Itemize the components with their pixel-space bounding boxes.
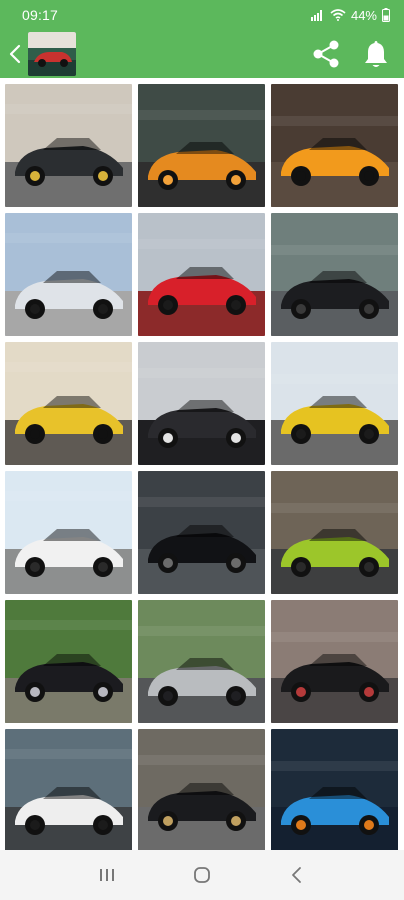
back-arrow-icon[interactable] (2, 30, 28, 78)
app-bar-actions (308, 36, 404, 72)
wallpaper-tile-black-sedan-street[interactable] (138, 729, 265, 852)
car-thumbnail[interactable] (28, 32, 76, 76)
wallpaper-tile-white-rolls-royce-palms[interactable] (5, 471, 132, 594)
wallpaper-image (271, 729, 398, 852)
wallpaper-image (5, 84, 132, 207)
wallpaper-image (138, 213, 265, 336)
wallpaper-tile-black-sportscar-storefront[interactable] (271, 600, 398, 723)
wallpaper-tile-red-mclaren-reflection[interactable] (138, 213, 265, 336)
wallpaper-image (271, 342, 398, 465)
wallpaper-tile-orange-mclaren-wet-road[interactable] (138, 84, 265, 207)
wallpaper-tile-yellow-urus-palms[interactable] (271, 342, 398, 465)
wallpaper-tile-orange-mclaren-cobblestone[interactable] (271, 84, 398, 207)
back-icon[interactable] (277, 855, 317, 895)
wallpaper-image (5, 213, 132, 336)
bell-icon[interactable] (358, 36, 394, 72)
wallpaper-tile-silver-rolls-royce-front[interactable] (138, 600, 265, 723)
wallpaper-image (271, 213, 398, 336)
wallpaper-tile-white-urus-garage[interactable] (5, 729, 132, 852)
wallpaper-tile-lamborghini-steering-wheel[interactable] (138, 342, 265, 465)
battery-icon (382, 8, 390, 22)
status-icons: 44% (310, 7, 390, 23)
app-bar (0, 30, 404, 78)
wallpaper-tile-blue-lamborghini-closeup[interactable] (271, 729, 398, 852)
wallpaper-image (271, 600, 398, 723)
system-nav-bar (0, 850, 404, 900)
wallpaper-tile-silver-mclaren-doors-up[interactable] (5, 213, 132, 336)
wallpaper-tile-black-coupe-parking[interactable] (271, 213, 398, 336)
wallpaper-tile-black-supercar-doors-open[interactable] (5, 84, 132, 207)
wallpaper-tile-yellow-lamborghini-hotel[interactable] (5, 342, 132, 465)
battery-percent: 44% (350, 7, 377, 23)
wifi-icon (330, 9, 346, 21)
wallpaper-image (271, 84, 398, 207)
wallpaper-grid (5, 84, 399, 852)
wallpaper-tile-green-lamborghini-street[interactable] (271, 471, 398, 594)
wallpaper-tile-black-urus-garage[interactable] (138, 471, 265, 594)
wallpaper-image (5, 729, 132, 852)
wallpaper-image (5, 600, 132, 723)
recents-icon[interactable] (87, 855, 127, 895)
signal-icon (310, 9, 325, 21)
home-icon[interactable] (182, 855, 222, 895)
status-time: 09:17 (22, 7, 59, 23)
wallpaper-image (138, 84, 265, 207)
status-bar: 09:17 44% (0, 0, 404, 30)
wallpaper-image (138, 471, 265, 594)
wallpaper-image (5, 471, 132, 594)
wallpaper-image (5, 342, 132, 465)
wallpaper-image (138, 729, 265, 852)
wallpaper-image (138, 342, 265, 465)
wallpaper-tile-black-rolls-royce-garden[interactable] (5, 600, 132, 723)
share-icon[interactable] (308, 36, 344, 72)
wallpaper-image (138, 600, 265, 723)
wallpaper-image (271, 471, 398, 594)
